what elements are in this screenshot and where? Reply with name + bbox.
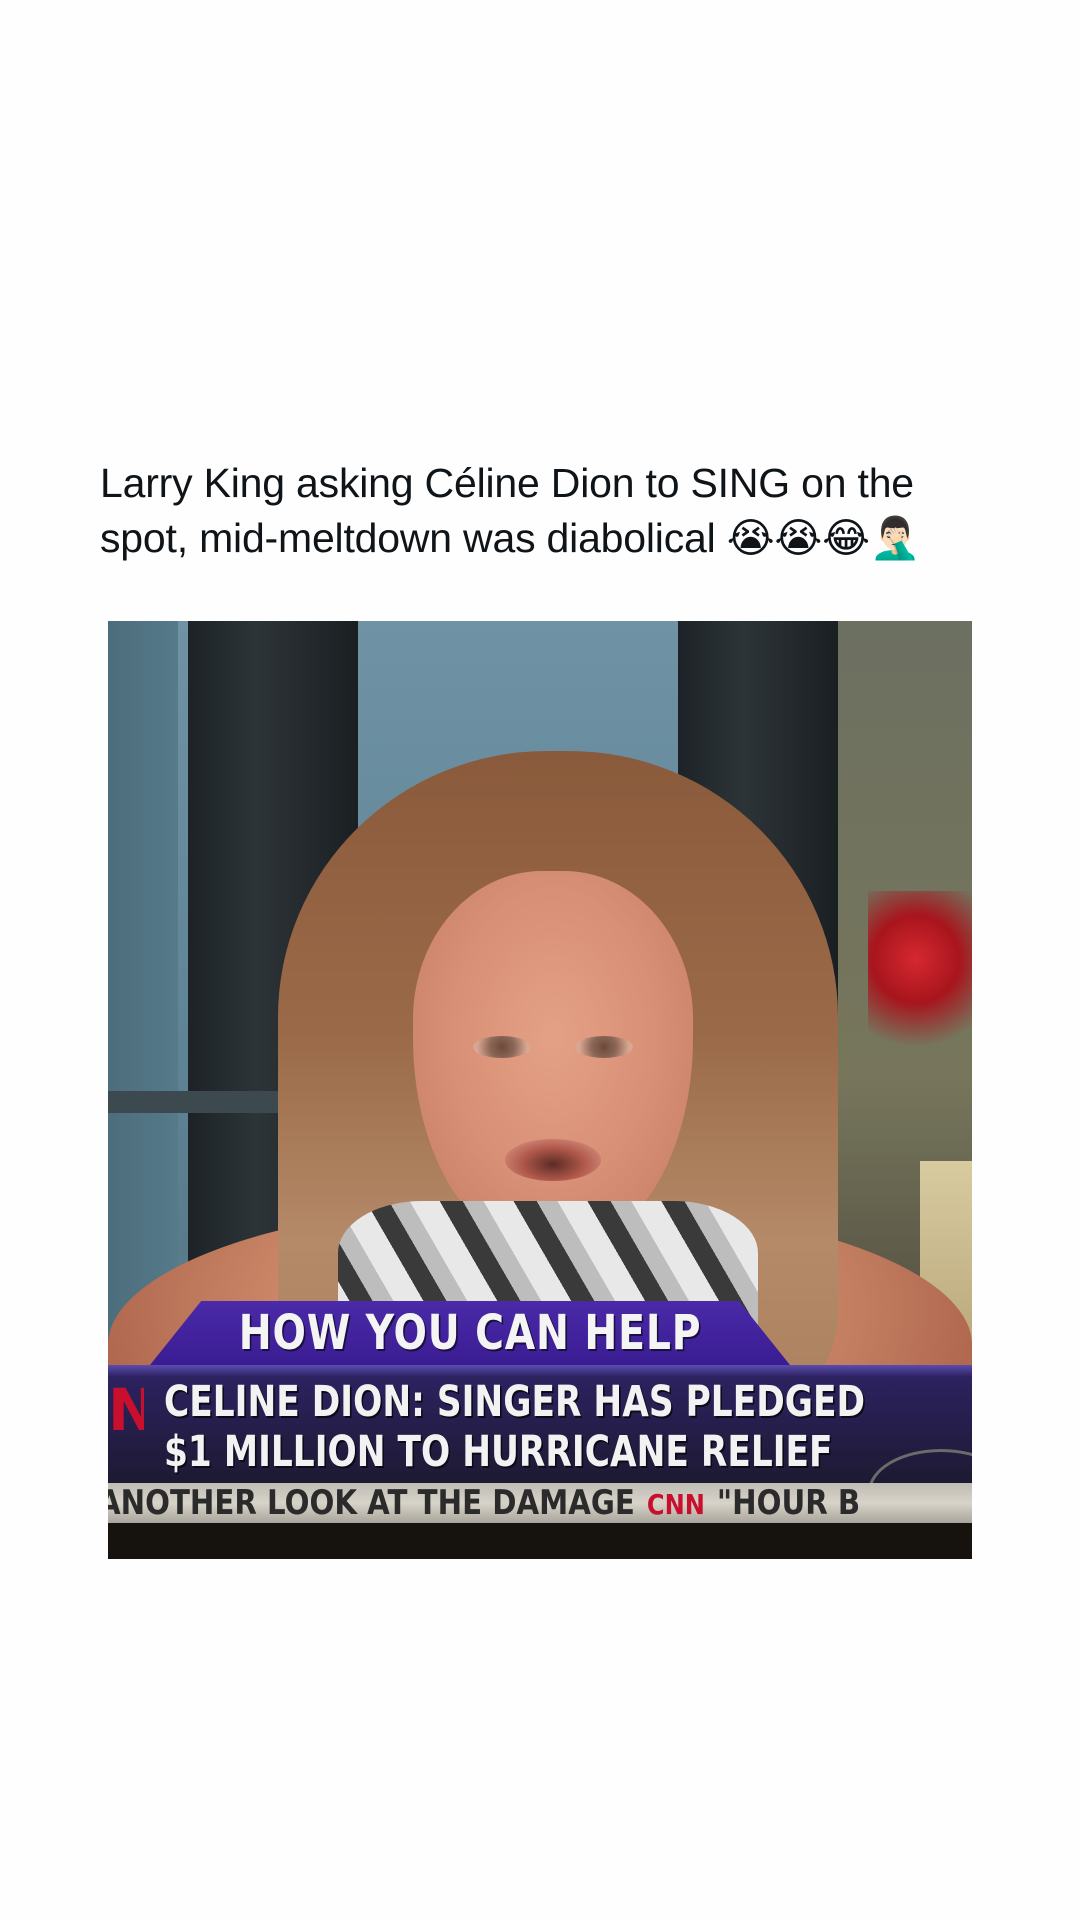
video-subject-mouth (505, 1139, 601, 1181)
video-subject-eye-right (575, 1036, 633, 1058)
network-logo-fragment: N (108, 1376, 144, 1444)
video-window-left (108, 621, 178, 1381)
video-flowers (868, 891, 972, 1061)
ticker-left-text: ANOTHER LOOK AT THE DAMAGE (108, 1483, 635, 1523)
news-lower-third: HOW YOU CAN HELP N CELINE DION: SINGER H… (108, 1301, 972, 1559)
lower-third-headline-bar: N CELINE DION: SINGER HAS PLEDGED $1 MIL… (108, 1365, 972, 1535)
news-ticker-text: ANOTHER LOOK AT THE DAMAGE CNN "HOUR B (108, 1485, 860, 1523)
video-bottom-strip (108, 1523, 972, 1559)
news-ticker: ANOTHER LOOK AT THE DAMAGE CNN "HOUR B (108, 1483, 972, 1523)
lower-third-tab-text: HOW YOU CAN HELP (238, 1305, 702, 1361)
video-subject-face (413, 871, 693, 1241)
caption-line-1: Larry King asking Céline Dion to SING on… (100, 460, 914, 506)
ticker-right-text: "HOUR B (716, 1483, 861, 1523)
caption-line-2: spot, mid-meltdown was diabolical 😭😭😂🤦🏻‍… (100, 515, 921, 561)
video-subject-eye-left (473, 1036, 531, 1058)
headline-line-2: $1 MILLION TO HURRICANE RELIEF (164, 1427, 833, 1477)
ticker-network-logo: CNN (646, 1488, 705, 1521)
lower-third-tab: HOW YOU CAN HELP (150, 1301, 790, 1365)
video-player[interactable]: HOW YOU CAN HELP N CELINE DION: SINGER H… (108, 621, 972, 1559)
headline-line-1: CELINE DION: SINGER HAS PLEDGED (164, 1377, 866, 1427)
lower-third-headline: CELINE DION: SINGER HAS PLEDGED $1 MILLI… (164, 1377, 865, 1477)
post-caption: Larry King asking Céline Dion to SING on… (100, 456, 1000, 566)
